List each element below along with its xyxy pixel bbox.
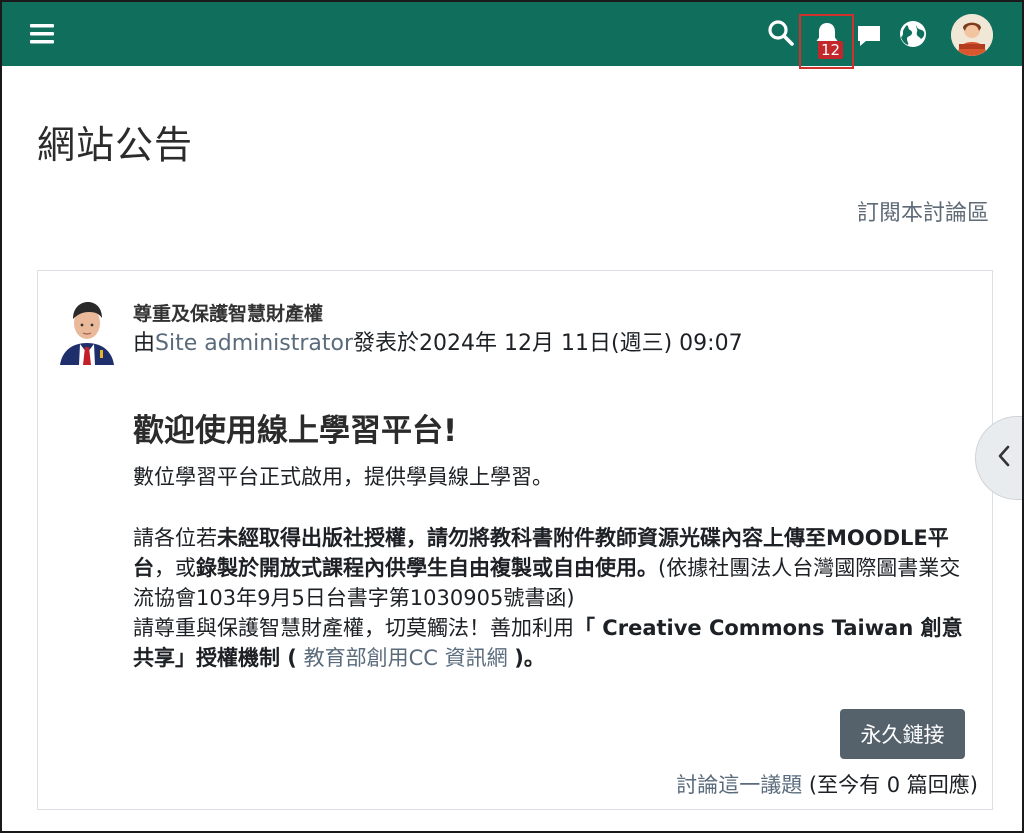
post-date: 發表於2024年 12月 11日(週三) 09:07 (353, 331, 743, 356)
p2-bold-4: )。 (514, 646, 545, 670)
p2-text-2: ，或 (154, 556, 196, 580)
forum-post-card: 尊重及保護智慧財產權 由Site administrator發表於2024年 1… (37, 270, 993, 810)
page-title: 網站公告 (37, 123, 194, 167)
permalink-button[interactable]: 永久鏈接 (840, 709, 965, 759)
post-heading: 歡迎使用線上學習平台! (133, 413, 458, 449)
post-byline: 由Site administrator發表於2024年 12月 11日(週三) … (133, 325, 743, 357)
p2-bold-2: 錄製於開放式課程內供學生自由複製或自由使用。 (196, 556, 658, 580)
moe-cc-link[interactable]: 教育部創用CC 資訊網 (297, 646, 514, 670)
p2-text-4: 請尊重與保護智慧財產權，切莫觸法！善加利用 (133, 616, 574, 640)
top-navbar: 12 (2, 2, 1022, 69)
menu-icon[interactable] (28, 20, 56, 48)
byline-prefix: 由 (133, 331, 156, 356)
discuss-topic-link[interactable]: 討論這一議題 (676, 773, 802, 797)
subscribe-forum-link[interactable]: 訂閱本討論區 (857, 195, 989, 227)
user-avatar[interactable] (951, 14, 993, 56)
chevron-left-icon (996, 444, 1012, 472)
notifications-button[interactable]: 12 (799, 14, 854, 69)
search-icon[interactable] (764, 16, 798, 50)
post-paragraph-1: 數位學習平台正式啟用，提供學員線上學習。 (133, 465, 553, 489)
notification-count-badge: 12 (818, 41, 844, 59)
page-frame: 12 網站公告 訂閱本討論區 尊重及保護智慧財產權 由Site administ… (0, 0, 1024, 833)
globe-icon[interactable] (896, 17, 930, 51)
chat-icon[interactable] (852, 19, 886, 53)
post-paragraph-2: 請各位若未經取得出版社授權，請勿將教科書附件教師資源光碟內容上傳至MOODLE平… (133, 523, 973, 673)
post-subject: 尊重及保護智慧財產權 (133, 303, 324, 325)
p2-text-1: 請各位若 (133, 526, 217, 550)
discussion-footer: 討論這一議題 (至今有 0 篇回應) (676, 769, 978, 799)
author-link[interactable]: Site administrator (155, 331, 353, 356)
reply-count: (至今有 0 篇回應) (808, 773, 978, 797)
author-avatar[interactable] (56, 295, 118, 365)
